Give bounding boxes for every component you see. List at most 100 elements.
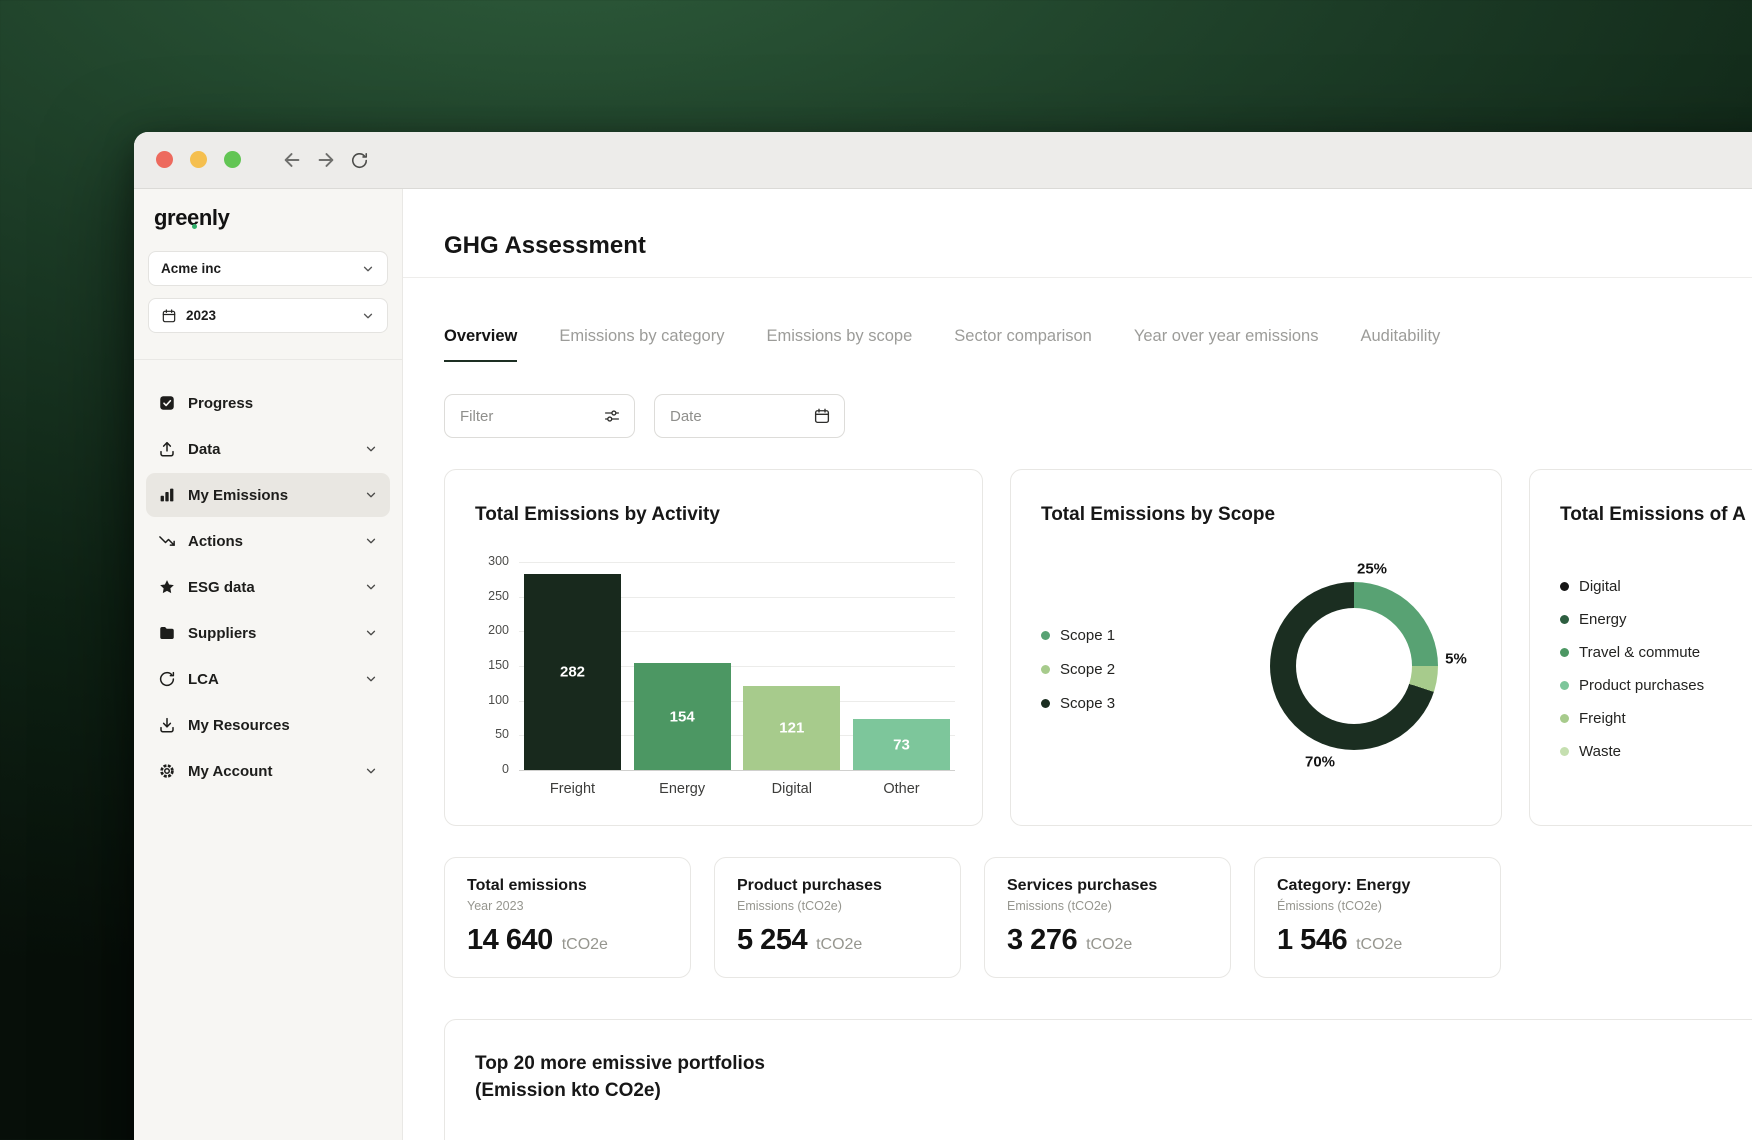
bottom-card-title-line1: Top 20 more emissive portfolios (475, 1050, 1752, 1077)
category-legend: DigitalEnergyTravel & commuteProduct pur… (1560, 570, 1704, 768)
card-total-emissions-by-category: Total Emissions of A DigitalEnergyTravel… (1529, 469, 1752, 826)
sidebar-item-data[interactable]: Data (146, 427, 390, 471)
kpi-card-services-purchases: Services purchasesEmissions (tCO2e)3 276… (984, 857, 1231, 978)
card-top-portfolios: Top 20 more emissive portfolios (Emissio… (444, 1019, 1752, 1140)
calendar-icon (813, 407, 831, 425)
donut-label-scope3: 70% (1305, 754, 1335, 771)
kpi-unit: tCO2e (1356, 936, 1402, 954)
legend-item-freight: Freight (1560, 702, 1704, 735)
kpi-subtitle: Year 2023 (467, 899, 668, 913)
sidebar-item-suppliers[interactable]: Suppliers (146, 611, 390, 655)
zoom-button[interactable] (224, 151, 241, 168)
tab-emissions-by-scope[interactable]: Emissions by scope (766, 327, 912, 362)
close-button[interactable] (156, 151, 173, 168)
legend-label: Scope 1 (1060, 627, 1115, 644)
legend-dot-icon (1560, 747, 1569, 756)
scope-donut-chart (1270, 582, 1438, 750)
refresh-button[interactable] (350, 149, 372, 171)
legend-dot-icon (1560, 714, 1569, 723)
legend-item-scope-2: Scope 2 (1041, 652, 1115, 686)
legend-dot-icon (1560, 681, 1569, 690)
legend-item-product-purchases: Product purchases (1560, 669, 1704, 702)
bar-other: 73 (853, 719, 950, 770)
chevron-down-icon (364, 672, 378, 686)
sidebar-item-actions[interactable]: Actions (146, 519, 390, 563)
x-axis-labels: FreightEnergyDigitalOther (519, 781, 955, 797)
legend-item-energy: Energy (1560, 603, 1704, 636)
tab-year-over-year-emissions[interactable]: Year over year emissions (1134, 327, 1319, 362)
filter-row (444, 394, 845, 438)
kpi-row: Total emissions Year 2023 14 640tCO2e Produ… (444, 857, 1501, 978)
kpi-title: Total emissions (467, 877, 668, 895)
bar-freight: 282 (524, 574, 621, 770)
gear-icon (158, 762, 176, 780)
sidebar-item-label: ESG data (188, 579, 255, 596)
trend-icon (158, 532, 176, 550)
date-field[interactable] (654, 394, 845, 438)
bar-value-label: 282 (560, 664, 585, 681)
kpi-unit: tCO2e (1086, 936, 1132, 954)
legend-dot-icon (1560, 648, 1569, 657)
chevron-down-icon (364, 580, 378, 594)
greenly-logo: greenly (154, 205, 229, 231)
bottom-card-title-line2: (Emission kto CO2e) (475, 1077, 1752, 1104)
legend-dot-icon (1560, 615, 1569, 624)
main-content: GHG Assessment Overview Emissions by cate… (403, 189, 1752, 1140)
sidebar-divider (134, 359, 402, 360)
sidebar-item-my-account[interactable]: My Account (146, 749, 390, 793)
kpi-value: 14 640tCO2e (467, 924, 668, 957)
folder-icon (158, 624, 176, 642)
legend-label: Scope 3 (1060, 695, 1115, 712)
donut-label-scope2: 5% (1445, 651, 1467, 668)
tab-auditability[interactable]: Auditability (1361, 327, 1441, 362)
sidebar: greenly Acme inc 2023 ProgressDataMy Emi… (134, 189, 403, 1140)
tab-emissions-by-category[interactable]: Emissions by category (559, 327, 724, 362)
bars: 28215412173 (519, 562, 955, 770)
bar-value-label: 73 (893, 736, 910, 753)
y-axis-tick: 0 (469, 762, 509, 776)
date-input[interactable] (668, 407, 805, 426)
download-icon (158, 716, 176, 734)
kpi-subtitle: Emissions (tCO2e) (737, 899, 938, 913)
legend-dot-icon (1041, 699, 1050, 708)
y-axis-tick: 200 (469, 623, 509, 637)
star-icon (158, 578, 176, 596)
chart-title: Total Emissions by Activity (475, 504, 720, 526)
chevron-down-icon (364, 534, 378, 548)
sidebar-item-my-resources[interactable]: My Resources (146, 703, 390, 747)
kpi-subtitle: Émissions (tCO2e) (1277, 899, 1478, 913)
year-selector[interactable]: 2023 (148, 298, 388, 333)
sidebar-item-my-emissions[interactable]: My Emissions (146, 473, 390, 517)
forward-button[interactable] (315, 149, 337, 171)
filter-input[interactable] (458, 407, 595, 426)
legend-item-waste: Waste (1560, 735, 1704, 768)
logo-green-dot-icon (192, 224, 197, 229)
chart-title: Total Emissions of A (1560, 504, 1746, 526)
year-selector-value: 2023 (186, 308, 216, 323)
legend-label: Product purchases (1579, 677, 1704, 694)
bar-energy: 154 (634, 663, 731, 770)
bar-chart-icon (158, 486, 176, 504)
organization-selector[interactable]: Acme inc (148, 251, 388, 286)
minimize-button[interactable] (190, 151, 207, 168)
sidebar-item-lca[interactable]: LCA (146, 657, 390, 701)
kpi-title: Services purchases (1007, 877, 1208, 895)
back-button[interactable] (281, 149, 303, 171)
kpi-card-category-energy: Category: EnergyÉmissions (tCO2e)1 546tC… (1254, 857, 1501, 978)
tab-overview[interactable]: Overview (444, 327, 517, 362)
legend-label: Freight (1579, 710, 1626, 727)
page-title: GHG Assessment (444, 232, 646, 260)
sidebar-item-progress[interactable]: Progress (146, 381, 390, 425)
sidebar-item-esg-data[interactable]: ESG data (146, 565, 390, 609)
legend-label: Scope 2 (1060, 661, 1115, 678)
browser-window: greenly Acme inc 2023 ProgressDataMy Emi… (134, 132, 1752, 1140)
kpi-card-product-purchases: Product purchasesEmissions (tCO2e)5 254t… (714, 857, 961, 978)
kpi-title: Category: Energy (1277, 877, 1478, 895)
legend-label: Travel & commute (1579, 644, 1700, 661)
filter-field[interactable] (444, 394, 635, 438)
tab-sector-comparison[interactable]: Sector comparison (954, 327, 1092, 362)
kpi-unit: tCO2e (562, 936, 608, 954)
y-axis-tick: 300 (469, 554, 509, 568)
check-square-icon (158, 394, 176, 412)
calendar-icon (161, 308, 177, 324)
